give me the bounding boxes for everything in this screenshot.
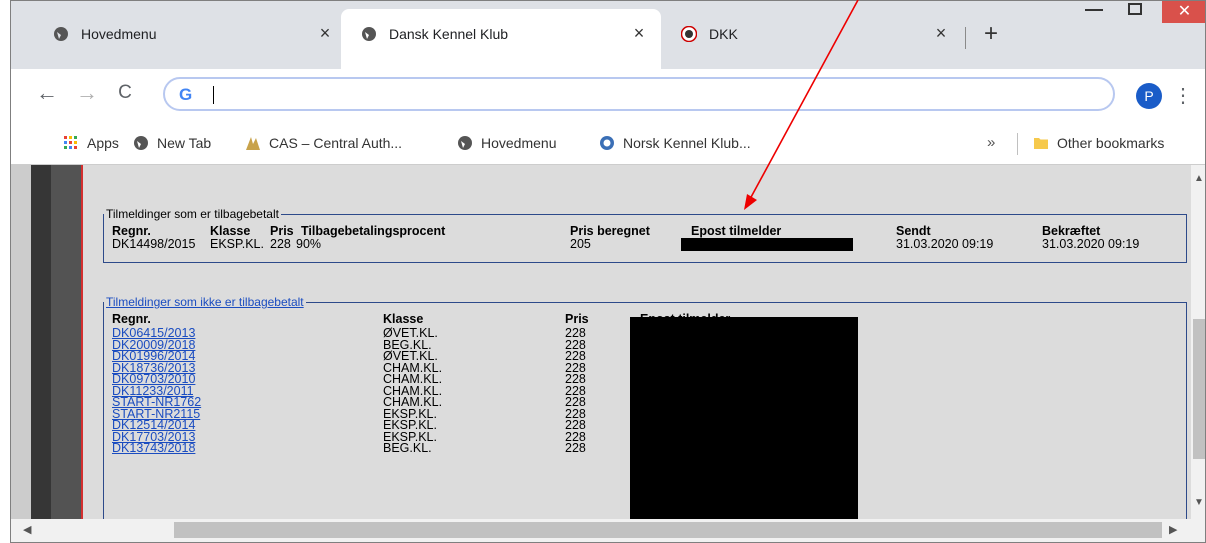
horizontal-scrollbar[interactable]: ◀ ▶ bbox=[11, 519, 1205, 542]
bookmark-new-tab[interactable]: New Tab bbox=[133, 135, 211, 151]
text-caret bbox=[213, 86, 214, 104]
cell-pris-beregnet: 205 bbox=[570, 237, 591, 251]
reload-icon[interactable]: C bbox=[111, 79, 139, 107]
regnr-link[interactable]: DK13743/2018 bbox=[112, 442, 195, 455]
tab-dkk[interactable]: DKK × bbox=[661, 9, 971, 69]
redacted-emails bbox=[630, 317, 858, 519]
vertical-scroll-thumb[interactable] bbox=[1193, 319, 1205, 459]
redacted-email bbox=[681, 238, 853, 251]
col-regnr: Regnr. bbox=[112, 312, 151, 326]
globe-icon bbox=[362, 27, 376, 41]
dkk-logo-icon bbox=[681, 26, 697, 42]
apps-grid-icon bbox=[64, 136, 77, 149]
window-close-button[interactable]: ✕ bbox=[1162, 1, 1205, 23]
bookmark-label: Norsk Kennel Klub... bbox=[623, 135, 751, 151]
more-bookmarks-icon[interactable]: » bbox=[987, 134, 995, 151]
bookmarks-divider bbox=[1017, 133, 1018, 155]
bookmark-apps[interactable]: Apps bbox=[63, 135, 119, 151]
bookmark-label: CAS – Central Auth... bbox=[269, 135, 403, 151]
tab-hovedmenu[interactable]: Hovedmenu × bbox=[33, 9, 341, 69]
cell-pris: 228 bbox=[565, 441, 586, 455]
forward-icon[interactable]: → bbox=[73, 79, 101, 107]
menu-icon[interactable]: ⋮ bbox=[1173, 83, 1193, 108]
refunded-registrations-panel: Tilmeldinger som er tilbagebetalt Regnr.… bbox=[103, 207, 1187, 263]
cell-klasse: EKSP.KL. bbox=[210, 237, 264, 251]
cell-bekraeftet: 31.03.2020 09:19 bbox=[1042, 237, 1140, 251]
cell-pris: 228 bbox=[270, 237, 291, 251]
cell-procent: 90% bbox=[296, 237, 322, 251]
page-viewport: Tilmeldinger som er tilbagebetalt Regnr.… bbox=[11, 165, 1191, 519]
back-icon[interactable]: ← bbox=[33, 79, 61, 107]
col-sendt: Sendt bbox=[896, 224, 931, 238]
bookmark-label: Other bookmarks bbox=[1057, 135, 1165, 151]
scroll-left-icon[interactable]: ◀ bbox=[23, 523, 31, 536]
horizontal-scroll-thumb[interactable] bbox=[174, 522, 1162, 538]
folder-icon bbox=[1034, 138, 1048, 149]
bookmark-norsk-kennel-klub[interactable]: Norsk Kennel Klub... bbox=[599, 135, 751, 151]
vertical-scrollbar[interactable]: ▲ ▼ bbox=[1191, 165, 1205, 519]
minimize-icon bbox=[1085, 9, 1103, 11]
scroll-right-icon[interactable]: ▶ bbox=[1169, 523, 1177, 536]
col-klasse: Klasse bbox=[210, 224, 251, 238]
left-sidebar-dark bbox=[31, 165, 51, 519]
bookmark-hovedmenu[interactable]: Hovedmenu bbox=[457, 135, 557, 151]
tab-dansk-kennel-klub[interactable]: Dansk Kennel Klub × bbox=[341, 9, 661, 69]
cas-logo-icon bbox=[246, 137, 260, 150]
col-tilbagebetalingsprocent: Tilbagebetalingsprocent bbox=[301, 224, 446, 238]
bookmark-label: Hovedmenu bbox=[481, 135, 557, 151]
col-bekraeftet: Bekræftet bbox=[1042, 224, 1101, 238]
cell-regnr: DK14498/2015 bbox=[112, 237, 196, 251]
new-tab-icon[interactable]: + bbox=[976, 21, 1006, 47]
globe-icon bbox=[134, 136, 148, 150]
profile-avatar[interactable]: P bbox=[1136, 83, 1162, 109]
col-pris: Pris bbox=[565, 312, 589, 326]
col-regnr: Regnr. bbox=[112, 224, 151, 238]
section-legend: Tilmeldinger som er tilbagebetalt bbox=[106, 207, 279, 221]
col-pris: Pris bbox=[270, 224, 294, 238]
bookmark-label: Apps bbox=[87, 135, 119, 151]
tab-title: Dansk Kennel Klub bbox=[389, 26, 509, 42]
left-sidebar bbox=[51, 165, 81, 519]
minimize-button[interactable] bbox=[1075, 1, 1120, 23]
col-epost: Epost tilmelder bbox=[691, 224, 782, 238]
omnibox-g-letter: G bbox=[179, 85, 193, 104]
browser-toolbar: ← → C G P ⋮ bbox=[11, 69, 1205, 125]
bookmarks-bar: Apps New Tab CAS – Central Auth... Hoved… bbox=[11, 125, 1205, 165]
unrefunded-registrations-panel: Tilmeldinger som ikke er tilbagebetalt R… bbox=[103, 295, 1187, 519]
scroll-up-icon[interactable]: ▲ bbox=[1194, 173, 1204, 184]
scroll-down-icon[interactable]: ▼ bbox=[1194, 497, 1204, 508]
bookmark-cas[interactable]: CAS – Central Auth... bbox=[245, 135, 402, 151]
cell-klasse: BEG.KL. bbox=[383, 441, 432, 455]
maximize-icon bbox=[1128, 3, 1142, 15]
col-pris-beregnet: Pris beregnet bbox=[570, 224, 650, 238]
tab-title: Hovedmenu bbox=[81, 26, 157, 42]
tab-title: DKK bbox=[709, 26, 738, 42]
section-legend-link[interactable]: Tilmeldinger som ikke er tilbagebetalt bbox=[104, 295, 306, 309]
globe-icon bbox=[458, 136, 472, 150]
tab-strip: Hovedmenu × Dansk Kennel Klub × DKK × + … bbox=[11, 1, 1205, 69]
bookmark-other[interactable]: Other bookmarks bbox=[1033, 135, 1164, 151]
cell-sendt: 31.03.2020 09:19 bbox=[896, 237, 994, 251]
google-g-icon: G bbox=[179, 85, 192, 105]
tab-divider bbox=[965, 27, 966, 49]
bookmark-label: New Tab bbox=[157, 135, 212, 151]
address-bar[interactable]: G bbox=[163, 77, 1115, 111]
col-klasse: Klasse bbox=[383, 312, 424, 326]
tab-close-icon[interactable]: × bbox=[315, 23, 335, 44]
tab-close-icon[interactable]: × bbox=[629, 23, 649, 44]
globe-icon bbox=[54, 27, 68, 41]
nkk-logo-icon bbox=[600, 136, 614, 150]
page-content: Tilmeldinger som er tilbagebetalt Regnr.… bbox=[81, 165, 1191, 519]
tab-close-icon[interactable]: × bbox=[931, 23, 951, 44]
browser-window: Hovedmenu × Dansk Kennel Klub × DKK × + … bbox=[10, 0, 1206, 543]
